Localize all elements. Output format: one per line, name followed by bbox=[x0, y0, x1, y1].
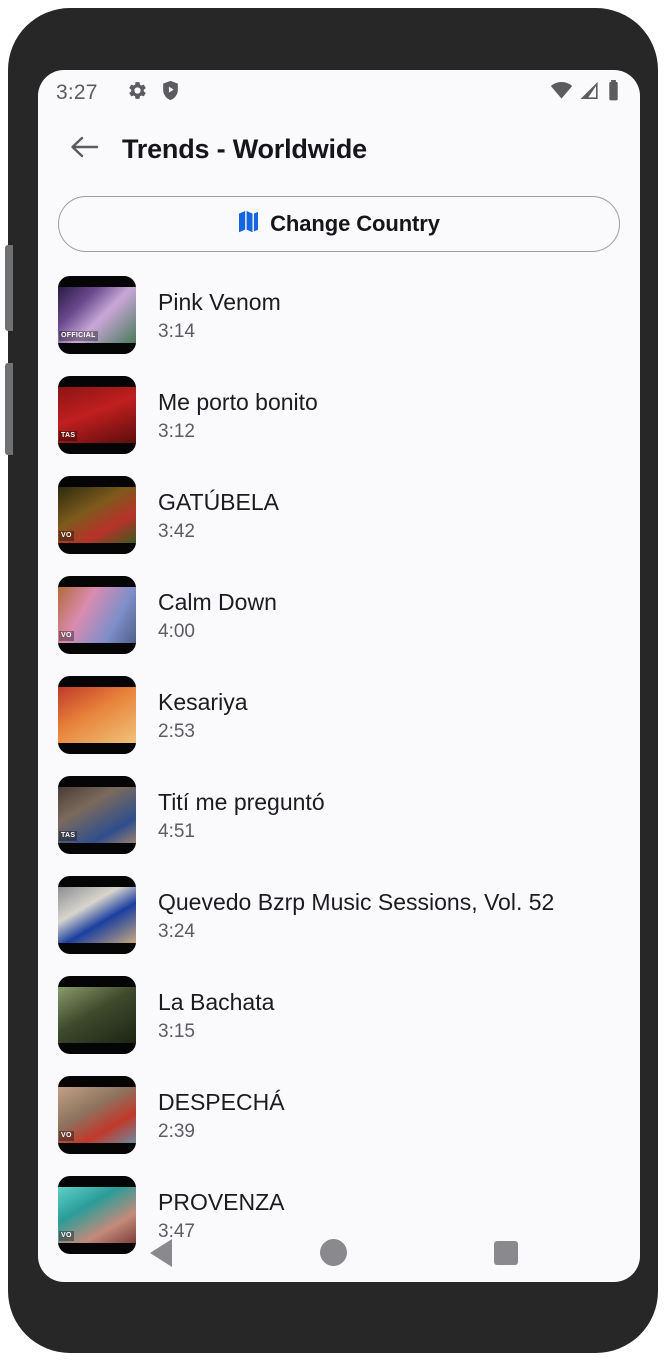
thumbnail-watermark: VO bbox=[59, 1231, 74, 1241]
gear-icon bbox=[127, 80, 148, 106]
track-row[interactable]: VO DESPECHÁ 2:39 bbox=[38, 1065, 640, 1165]
app-header: Trends - Worldwide bbox=[38, 116, 640, 182]
track-text-group: La Bachata 3:15 bbox=[158, 989, 274, 1042]
track-thumbnail bbox=[58, 676, 136, 754]
track-row[interactable]: TAS Tití me preguntó 4:51 bbox=[38, 765, 640, 865]
battery-icon bbox=[607, 80, 620, 106]
thumbnail-artwork bbox=[58, 687, 136, 743]
track-row[interactable]: VO GATÚBELA 3:42 bbox=[38, 465, 640, 565]
track-row[interactable]: Quevedo Bzrp Music Sessions, Vol. 52 3:24 bbox=[38, 865, 640, 965]
track-title: Kesariya bbox=[158, 688, 248, 715]
track-duration: 3:14 bbox=[158, 320, 195, 342]
track-thumbnail: VO bbox=[58, 476, 136, 554]
status-bar: 3:27 bbox=[38, 70, 640, 116]
track-title: Quevedo Bzrp Music Sessions, Vol. 52 bbox=[158, 888, 555, 915]
track-row[interactable]: La Bachata 3:15 bbox=[38, 965, 640, 1065]
shield-play-icon bbox=[161, 80, 180, 106]
phone-screen: 3:27 Trends - Worldwide Change Country O… bbox=[38, 70, 640, 1282]
track-text-group: Tití me preguntó 4:51 bbox=[158, 789, 325, 842]
thumbnail-watermark: TAS bbox=[59, 831, 78, 841]
track-title: PROVENZA bbox=[158, 1188, 285, 1215]
status-left-group: 3:27 bbox=[56, 80, 180, 106]
track-title: La Bachata bbox=[158, 988, 275, 1015]
change-country-label: Change Country bbox=[270, 211, 440, 236]
track-row[interactable]: VO Calm Down 4:00 bbox=[38, 565, 640, 665]
track-duration: 2:39 bbox=[158, 1120, 195, 1142]
back-button[interactable] bbox=[62, 127, 106, 171]
track-thumbnail: OFFICIAL bbox=[58, 276, 136, 354]
track-row[interactable]: Kesariya 2:53 bbox=[38, 665, 640, 765]
track-thumbnail bbox=[58, 876, 136, 954]
track-duration: 3:24 bbox=[158, 920, 195, 942]
track-text-group: Kesariya 2:53 bbox=[158, 689, 247, 742]
power-button[interactable] bbox=[5, 363, 13, 455]
cellular-signal-icon bbox=[580, 81, 600, 105]
track-thumbnail bbox=[58, 976, 136, 1054]
status-time: 3:27 bbox=[56, 81, 98, 104]
track-row[interactable]: TAS Me porto bonito 3:12 bbox=[38, 365, 640, 465]
track-duration: 4:00 bbox=[158, 620, 195, 642]
status-right-group bbox=[550, 80, 620, 106]
track-text-group: Me porto bonito 3:12 bbox=[158, 389, 318, 442]
track-thumbnail: VO bbox=[58, 1176, 136, 1254]
track-text-group: PROVENZA 3:47 bbox=[158, 1189, 285, 1242]
thumbnail-watermark: TAS bbox=[59, 431, 78, 441]
thumbnail-watermark: VO bbox=[59, 631, 74, 641]
track-thumbnail: TAS bbox=[58, 376, 136, 454]
track-text-group: Calm Down 4:00 bbox=[158, 589, 277, 642]
track-duration: 3:47 bbox=[158, 1220, 195, 1242]
nav-back-button[interactable] bbox=[150, 1239, 172, 1267]
track-text-group: Quevedo Bzrp Music Sessions, Vol. 52 3:24 bbox=[158, 889, 554, 942]
arrow-left-icon bbox=[69, 134, 99, 165]
track-thumbnail: TAS bbox=[58, 776, 136, 854]
wifi-icon bbox=[550, 81, 573, 105]
track-text-group: Pink Venom 3:14 bbox=[158, 289, 281, 342]
nav-recents-button[interactable] bbox=[494, 1241, 518, 1265]
track-title: GATÚBELA bbox=[158, 488, 279, 515]
track-duration: 4:51 bbox=[158, 820, 195, 842]
track-duration: 3:15 bbox=[158, 1020, 195, 1042]
track-text-group: DESPECHÁ 2:39 bbox=[158, 1089, 285, 1142]
track-thumbnail: VO bbox=[58, 1076, 136, 1154]
thumbnail-artwork bbox=[58, 987, 136, 1043]
thumbnail-artwork bbox=[58, 887, 136, 943]
thumbnail-watermark: VO bbox=[59, 1131, 74, 1141]
page-title: Trends - Worldwide bbox=[122, 133, 367, 164]
thumbnail-watermark: VO bbox=[59, 531, 74, 541]
track-title: Pink Venom bbox=[158, 288, 281, 315]
track-duration: 3:42 bbox=[158, 520, 195, 542]
trending-track-list[interactable]: OFFICIAL Pink Venom 3:14 TAS Me porto bonito… bbox=[38, 265, 640, 1265]
track-text-group: GATÚBELA 3:42 bbox=[158, 489, 279, 542]
volume-button[interactable] bbox=[5, 245, 13, 331]
track-title: Calm Down bbox=[158, 588, 277, 615]
change-country-button[interactable]: Change Country bbox=[58, 196, 620, 252]
track-thumbnail: VO bbox=[58, 576, 136, 654]
track-title: DESPECHÁ bbox=[158, 1088, 285, 1115]
track-duration: 2:53 bbox=[158, 720, 195, 742]
track-row[interactable]: OFFICIAL Pink Venom 3:14 bbox=[38, 265, 640, 365]
map-icon bbox=[238, 210, 259, 238]
track-title: Tití me preguntó bbox=[158, 788, 325, 815]
nav-home-button[interactable] bbox=[320, 1239, 347, 1266]
track-duration: 3:12 bbox=[158, 420, 195, 442]
track-title: Me porto bonito bbox=[158, 388, 318, 415]
thumbnail-watermark: OFFICIAL bbox=[59, 331, 98, 341]
